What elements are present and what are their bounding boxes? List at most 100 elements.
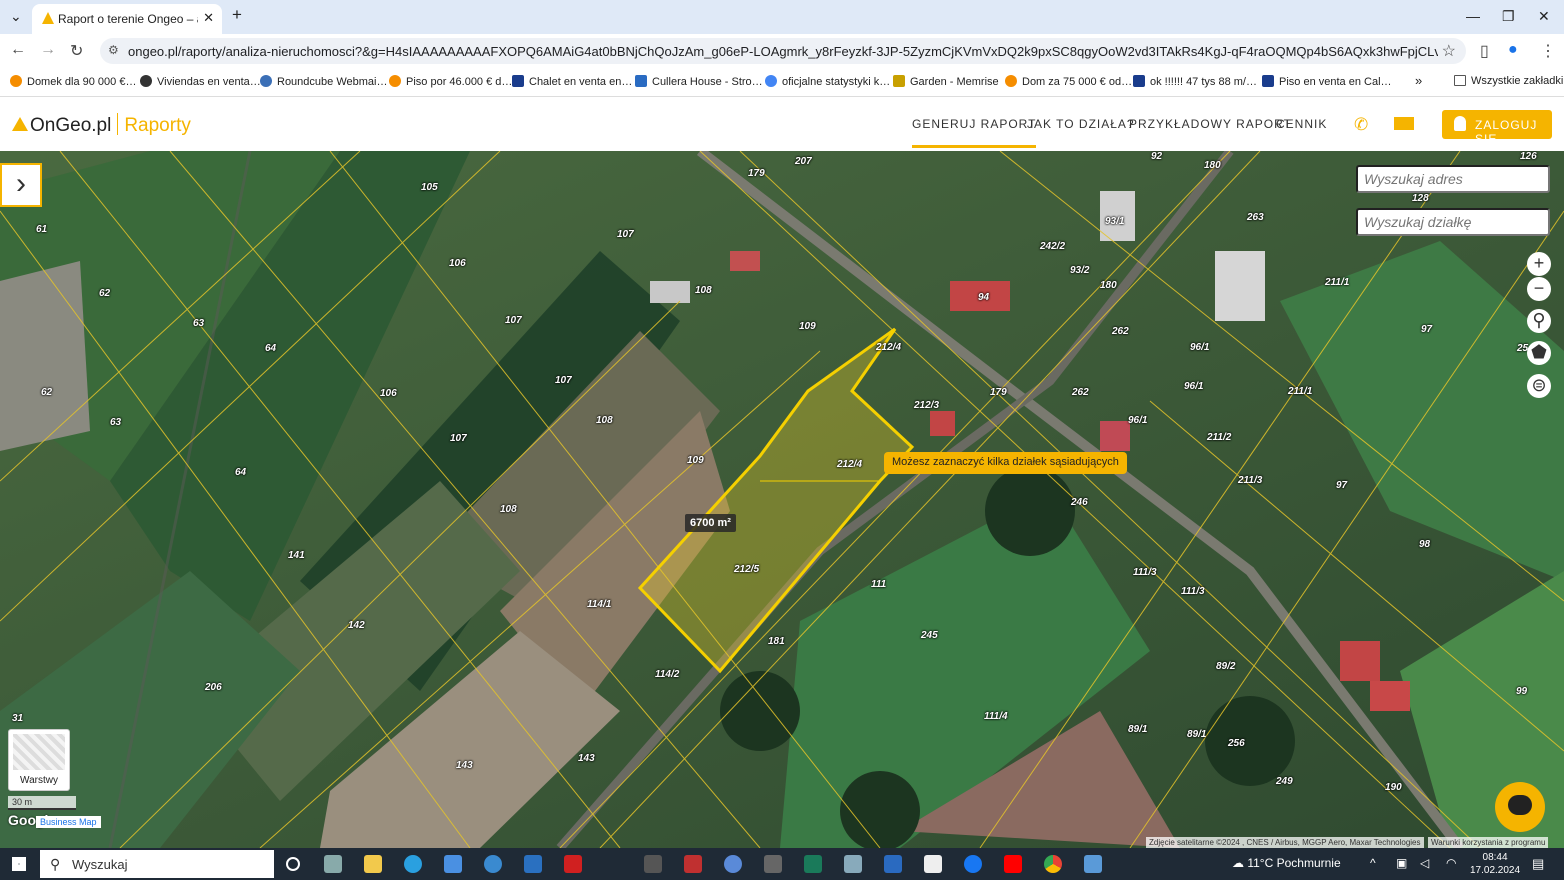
plot-number-label[interactable]: 114/2 (655, 669, 679, 680)
magnifier-icon[interactable]: ⚲ (1527, 309, 1551, 333)
facebook-icon[interactable] (964, 855, 982, 873)
plot-number-label[interactable]: 107 (555, 375, 572, 386)
zoom-in-button[interactable]: + (1527, 252, 1551, 276)
plot-number-label[interactable]: 89/1 (1128, 724, 1147, 735)
plot-number-label[interactable]: 126 (1520, 151, 1537, 162)
minimize-icon[interactable]: — (1466, 8, 1480, 24)
shape-select-icon[interactable]: ⬟ (1527, 341, 1551, 365)
wifi-icon[interactable]: ◠ (1446, 856, 1456, 870)
camera-icon[interactable] (644, 855, 662, 873)
plot-number-label[interactable]: 98 (1419, 539, 1430, 550)
bookmark-item[interactable]: Dom za 75 000 € od… (1005, 75, 1132, 88)
plot-number-label[interactable]: 262 (1072, 387, 1089, 398)
weather-widget[interactable]: ☁ 11°C Pochmurnie (1232, 856, 1341, 870)
app-icon[interactable] (724, 855, 742, 873)
plot-number-label[interactable]: 63 (193, 318, 204, 329)
plot-number-label[interactable]: 99 (1516, 686, 1527, 697)
bookmarks-overflow-icon[interactable]: » (1415, 73, 1422, 88)
plot-number-label[interactable]: 179 (748, 168, 765, 179)
plot-number-label[interactable]: 107 (450, 433, 467, 444)
plot-number-label[interactable]: 108 (695, 285, 712, 296)
plot-number-label[interactable]: 96/1 (1128, 415, 1147, 426)
plot-number-label[interactable]: 105 (421, 182, 438, 193)
volume-icon[interactable]: ◁ (1420, 856, 1429, 870)
bookmark-item[interactable]: Domek dla 90 000 €… (10, 75, 136, 88)
task-view-icon[interactable] (324, 855, 342, 873)
close-tab-icon[interactable]: ✕ (203, 10, 214, 26)
plot-number-label[interactable]: 107 (617, 229, 634, 240)
tray-chevron-icon[interactable]: ^ (1370, 856, 1376, 870)
notifications-icon[interactable]: ▤ (1532, 856, 1544, 872)
map-view[interactable]: 105 61 62 63 64 62 63 64 106 107 107 107 106 107 108 10… (0, 151, 1564, 848)
plot-number-label[interactable]: 263 (1247, 212, 1264, 223)
app-icon[interactable] (884, 855, 902, 873)
forward-icon[interactable]: → (40, 41, 56, 59)
plot-number-label[interactable]: 111/4 (984, 711, 1008, 722)
browser-tab-active[interactable]: Raport o terenie Ongeo – anal ✕ (32, 4, 222, 34)
youtube-icon[interactable] (1004, 855, 1022, 873)
plot-number-label[interactable]: 89/1 (1187, 729, 1206, 740)
profile-icon[interactable]: ● (1508, 41, 1518, 59)
plot-number-label[interactable]: 106 (449, 258, 466, 269)
edge-icon[interactable] (404, 855, 422, 873)
bookmark-item[interactable]: Piso por 46.000 € d… (389, 75, 512, 88)
app-icon[interactable] (564, 855, 582, 873)
plot-number-label[interactable]: 143 (456, 760, 473, 771)
nav-przykladowy-raport[interactable]: PRZYKŁADOWY RAPORT (1129, 117, 1292, 131)
plot-number-label[interactable]: 242/2 (1040, 241, 1065, 252)
plot-number-label[interactable]: 106 (380, 388, 397, 399)
bookmark-item[interactable]: Cullera House - Stro… (635, 75, 763, 88)
plot-number-label[interactable]: 143 (578, 753, 595, 764)
chat-button[interactable] (1495, 782, 1545, 832)
plot-number-label[interactable]: 111/3 (1181, 586, 1205, 597)
plot-number-label[interactable]: 93/2 (1070, 265, 1089, 276)
plot-number-label[interactable]: 207 (795, 156, 812, 167)
plot-number-label[interactable]: 111/3 (1133, 567, 1157, 578)
plot-number-label[interactable]: 180 (1204, 160, 1221, 171)
reload-icon[interactable]: ↻ (70, 41, 83, 61)
windows-start-icon[interactable] (12, 857, 26, 871)
plot-number-label[interactable]: 62 (99, 288, 110, 299)
clock[interactable]: 08:44 17.02.2024 (1470, 851, 1520, 877)
plot-number-label[interactable]: 61 (36, 224, 47, 235)
bookmark-item[interactable]: ok !!!!!! 47 tys 88 m/… (1133, 75, 1257, 88)
plot-number-label[interactable]: 256 (1228, 738, 1245, 749)
plot-number-label[interactable]: 109 (687, 455, 704, 466)
plot-number-label[interactable]: 206 (205, 682, 222, 693)
plot-number-label[interactable]: 94 (978, 292, 989, 303)
plot-number-label[interactable]: 114/1 (587, 599, 611, 610)
sidebar-toggle-button[interactable]: › (0, 163, 42, 207)
menu-icon[interactable]: ⋮ (1540, 41, 1556, 61)
plot-number-label[interactable]: 63 (110, 417, 121, 428)
document-icon[interactable] (924, 855, 942, 873)
all-bookmarks-folder[interactable]: Wszystkie zakładki (1454, 75, 1563, 87)
nav-generuj-raport[interactable]: GENERUJ RAPORT (912, 117, 1037, 148)
restore-icon[interactable]: ❐ (1502, 8, 1515, 25)
plot-number-label[interactable]: 262 (1112, 326, 1129, 337)
cortana-icon[interactable] (286, 857, 300, 871)
settings-icon[interactable] (764, 855, 782, 873)
bookmark-item[interactable]: Garden - Memrise (893, 75, 999, 88)
plot-number-label[interactable]: 107 (505, 315, 522, 326)
tab-search-icon[interactable]: ⌄ (10, 8, 22, 25)
plot-number-label[interactable]: 96/1 (1190, 342, 1209, 353)
store-icon[interactable] (444, 855, 462, 873)
bookmark-item[interactable]: Roundcube Webmai… (260, 75, 387, 88)
nav-cennik[interactable]: CENNIK (1276, 117, 1327, 131)
phone-icon[interactable]: ✆ (1354, 115, 1368, 135)
app-icon[interactable] (804, 855, 822, 873)
address-bar[interactable]: ⚙ ongeo.pl/raporty/analiza-nieruchomosci… (100, 38, 1466, 64)
measure-icon[interactable]: ⊜ (1527, 374, 1551, 398)
plot-number-label[interactable]: 212/5 (734, 564, 759, 575)
plot-number-label[interactable]: 212/3 (914, 400, 939, 411)
close-window-icon[interactable]: ✕ (1538, 8, 1550, 25)
plot-number-label[interactable]: 212/4 (876, 342, 901, 353)
new-tab-icon[interactable]: + (232, 5, 242, 25)
chrome-icon[interactable] (1044, 855, 1062, 873)
network-icon[interactable]: ▣ (1396, 856, 1407, 870)
plot-number-label[interactable]: 92 (1151, 151, 1162, 162)
plot-number-label[interactable]: 97 (1336, 480, 1347, 491)
terms-link[interactable]: Warunki korzystania z programu (1428, 837, 1549, 848)
plot-number-label[interactable]: 180 (1100, 280, 1117, 291)
plot-number-label[interactable]: 141 (288, 550, 305, 561)
